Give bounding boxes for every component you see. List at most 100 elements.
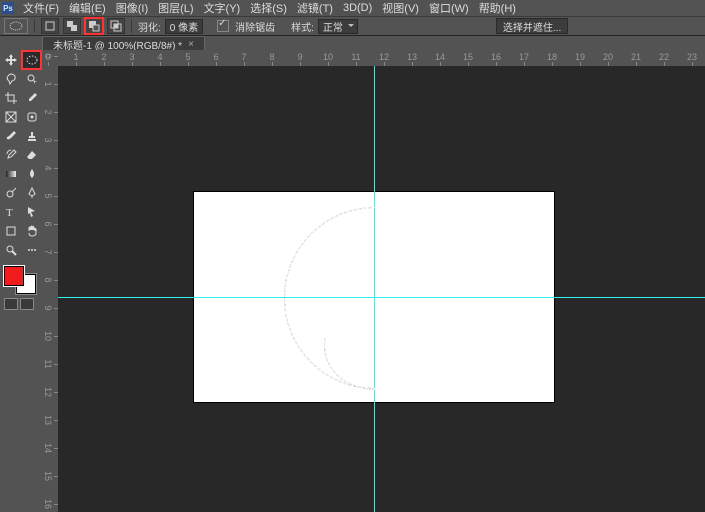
selection-subtract-icon[interactable]: [85, 18, 103, 34]
ruler-tick: 8: [43, 277, 53, 282]
frame-tool-icon[interactable]: [1, 108, 20, 126]
ruler-tick: 14: [435, 52, 445, 62]
gradient-tool-icon[interactable]: [1, 165, 20, 183]
menu-select[interactable]: 选择(S): [245, 0, 292, 16]
ruler-tick: 10: [323, 52, 333, 62]
app-icon: Ps: [2, 2, 14, 14]
ruler-tick: 10: [43, 331, 53, 341]
move-tool-icon[interactable]: [1, 51, 20, 69]
hand-tool-icon[interactable]: [22, 222, 41, 240]
canvas-area[interactable]: [58, 66, 705, 512]
select-and-mask-button[interactable]: 选择并遮住...: [496, 18, 568, 34]
path-select-tool-icon[interactable]: [22, 203, 41, 221]
ruler-tick: 2: [43, 109, 53, 114]
ruler-tick: 14: [43, 443, 53, 453]
style-dropdown[interactable]: 正常: [318, 19, 358, 34]
antialias-label: 消除锯齿: [235, 19, 275, 34]
stamp-tool-icon[interactable]: [22, 127, 41, 145]
zoom-tool-icon[interactable]: [1, 241, 20, 259]
divider: [34, 19, 35, 33]
screen-mode-icon[interactable]: [20, 298, 34, 310]
quick-mask-icon[interactable]: [4, 298, 18, 310]
history-brush-tool-icon[interactable]: [1, 146, 20, 164]
toolbox: T: [0, 50, 43, 512]
menu-image[interactable]: 图像(I): [111, 0, 153, 16]
ruler-tick: 8: [269, 52, 274, 62]
menu-edit[interactable]: 编辑(E): [64, 0, 111, 16]
ruler-tick: 2: [101, 52, 106, 62]
ruler-tick: 13: [407, 52, 417, 62]
feather-label: 羽化:: [138, 19, 161, 34]
ruler-tick: 19: [575, 52, 585, 62]
menu-help[interactable]: 帮助(H): [474, 0, 521, 16]
eyedropper-tool-icon[interactable]: [22, 89, 41, 107]
workspace: 01234567891011121314151617181920212223 0…: [42, 50, 705, 512]
ruler-tick: 15: [43, 471, 53, 481]
foreground-color-swatch[interactable]: [4, 266, 24, 286]
ruler-tick: 9: [43, 305, 53, 310]
rectangle-tool-icon[interactable]: [1, 222, 20, 240]
lasso-tool-icon[interactable]: [1, 70, 20, 88]
ruler-tick: 17: [519, 52, 529, 62]
ruler-tick: 7: [43, 249, 53, 254]
menu-file[interactable]: 文件(F): [18, 0, 64, 16]
menu-window[interactable]: 窗口(W): [424, 0, 474, 16]
type-tool-icon[interactable]: T: [1, 203, 20, 221]
menu-3d[interactable]: 3D(D): [338, 2, 377, 14]
menubar: Ps 文件(F) 编辑(E) 图像(I) 图层(L) 文字(Y) 选择(S) 滤…: [0, 0, 705, 16]
menu-layer[interactable]: 图层(L): [153, 0, 198, 16]
svg-text:T: T: [6, 207, 13, 219]
feather-input[interactable]: 0 像素: [165, 19, 203, 34]
ruler-tick: 13: [43, 415, 53, 425]
ruler-tick: 9: [297, 52, 302, 62]
ruler-tick: 11: [43, 359, 53, 368]
selection-add-icon[interactable]: [63, 18, 81, 34]
eraser-tool-icon[interactable]: [22, 146, 41, 164]
ruler-tick: 16: [491, 52, 501, 62]
ruler-tick: 7: [241, 52, 246, 62]
style-label: 样式:: [291, 19, 314, 34]
ruler-tick: 21: [631, 52, 641, 62]
selection-new-icon[interactable]: [41, 18, 59, 34]
menu-type[interactable]: 文字(Y): [199, 0, 246, 16]
ruler-tick: 23: [687, 52, 697, 62]
blur-tool-icon[interactable]: [22, 165, 41, 183]
ruler-tick: 15: [463, 52, 473, 62]
spot-heal-tool-icon[interactable]: [22, 108, 41, 126]
ruler-vertical[interactable]: 012345678910111213141516: [42, 66, 59, 512]
ruler-tick: 11: [351, 52, 360, 62]
close-icon[interactable]: ×: [188, 39, 194, 50]
menu-view[interactable]: 视图(V): [377, 0, 424, 16]
ellipse-marquee-tool-icon[interactable]: [22, 51, 41, 69]
ruler-tick: 3: [43, 137, 53, 142]
selection-intersect-icon[interactable]: [107, 18, 125, 34]
menu-filter[interactable]: 滤镜(T): [292, 0, 338, 16]
ruler-tick: 1: [73, 52, 78, 62]
quickmask-screenmode: [0, 298, 42, 310]
ruler-tick: 4: [157, 52, 162, 62]
guide-horizontal[interactable]: [58, 297, 705, 298]
ruler-tick: 6: [43, 221, 53, 226]
brush-tool-icon[interactable]: [1, 127, 20, 145]
ruler-tick: 5: [43, 193, 53, 198]
quick-select-tool-icon[interactable]: [22, 70, 41, 88]
edit-toolbar-icon[interactable]: [22, 241, 41, 259]
ruler-tick: 3: [129, 52, 134, 62]
ruler-tick: 12: [379, 52, 389, 62]
ruler-tick: 18: [547, 52, 557, 62]
antialias-checkbox[interactable]: [217, 20, 229, 32]
current-tool-preview[interactable]: [4, 18, 28, 34]
options-bar: 羽化: 0 像素 消除锯齿 样式: 正常 选择并遮住...: [0, 16, 705, 36]
ruler-tick: 6: [213, 52, 218, 62]
ruler-horizontal[interactable]: 01234567891011121314151617181920212223: [58, 50, 705, 67]
color-swatches[interactable]: [2, 264, 40, 294]
ruler-tick: 16: [43, 499, 53, 509]
ruler-tick: 5: [185, 52, 190, 62]
dodge-tool-icon[interactable]: [1, 184, 20, 202]
pen-tool-icon[interactable]: [22, 184, 41, 202]
ruler-tick: 20: [603, 52, 613, 62]
ruler-tick: 0: [43, 53, 53, 58]
ruler-tick: 1: [43, 81, 53, 86]
divider: [131, 19, 132, 33]
crop-tool-icon[interactable]: [1, 89, 20, 107]
